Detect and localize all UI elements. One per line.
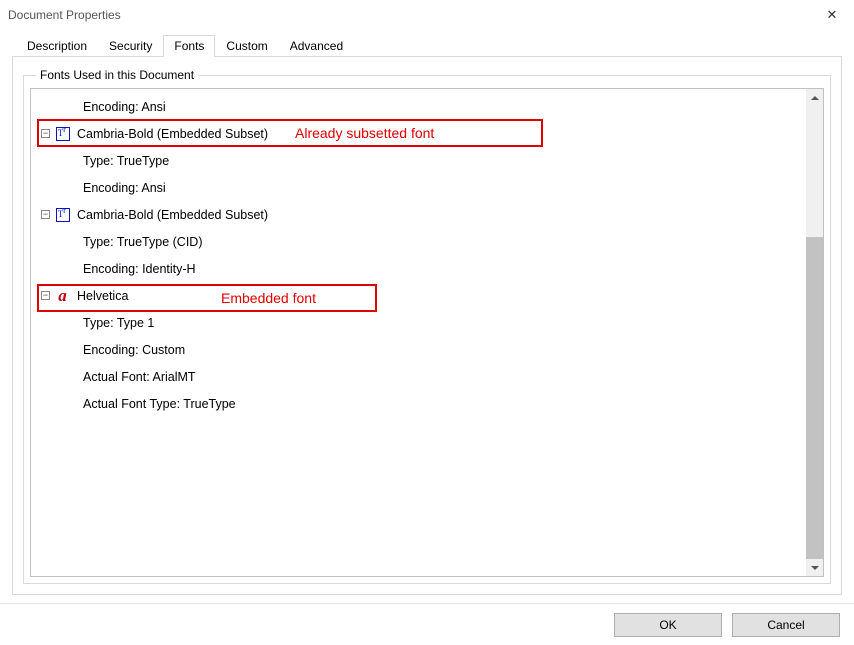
close-icon: ✕ <box>827 7 838 23</box>
scrollbar-thumb[interactable] <box>806 237 823 559</box>
client-area: Description Security Fonts Custom Advanc… <box>0 30 854 603</box>
button-label: Cancel <box>767 618 804 632</box>
tab-description[interactable]: Description <box>16 35 98 57</box>
tree-leaf[interactable]: Encoding: Ansi <box>31 93 806 120</box>
tab-label: Custom <box>226 39 267 53</box>
treeview-container: Encoding: Ansi − TT Cambria-Bold (Embedd… <box>30 88 824 577</box>
chevron-up-icon <box>811 96 819 100</box>
font-name: Cambria-Bold (Embedded Subset) <box>75 127 268 141</box>
font-encoding: Encoding: Custom <box>81 343 185 357</box>
tab-label: Description <box>27 39 87 53</box>
type1-icon: a <box>55 288 70 303</box>
truetype-icon: TT <box>55 207 70 222</box>
annotation-text: Already subsetted font <box>295 125 434 141</box>
close-button[interactable]: ✕ <box>810 0 854 30</box>
font-actual-type: Actual Font Type: TrueType <box>81 397 236 411</box>
expander-minus-icon[interactable]: − <box>41 129 50 138</box>
font-type: Type: TrueType <box>81 154 169 168</box>
dialog-footer: OK Cancel <box>0 603 854 645</box>
annotation-text: Embedded font <box>221 290 316 306</box>
font-name: Cambria-Bold (Embedded Subset) <box>75 208 268 222</box>
tab-security[interactable]: Security <box>98 35 163 57</box>
font-actual-font: Actual Font: ArialMT <box>81 370 196 384</box>
tree-item-label: Encoding: Ansi <box>81 100 166 114</box>
tab-label: Security <box>109 39 152 53</box>
tree-leaf[interactable]: Type: Type 1 <box>31 309 806 336</box>
groupbox-fonts-used: Fonts Used in this Document Encoding: An… <box>23 75 831 584</box>
tab-fonts[interactable]: Fonts <box>163 35 215 57</box>
window-title: Document Properties <box>8 8 810 22</box>
font-encoding: Encoding: Ansi <box>81 181 166 195</box>
expander-minus-icon[interactable]: − <box>41 210 50 219</box>
scroll-up-button[interactable] <box>806 89 823 106</box>
ok-button[interactable]: OK <box>614 613 722 637</box>
titlebar: Document Properties ✕ <box>0 0 854 30</box>
scroll-down-button[interactable] <box>806 559 823 576</box>
tree-leaf[interactable]: Actual Font: ArialMT <box>31 363 806 390</box>
font-type: Type: TrueType (CID) <box>81 235 202 249</box>
tab-label: Fonts <box>174 39 204 53</box>
button-label: OK <box>659 618 676 632</box>
font-name: Helvetica <box>75 289 128 303</box>
tabstrip: Description Security Fonts Custom Advanc… <box>16 34 842 56</box>
cancel-button[interactable]: Cancel <box>732 613 840 637</box>
tab-custom[interactable]: Custom <box>215 35 278 57</box>
expander-minus-icon[interactable]: − <box>41 291 50 300</box>
fonts-treeview[interactable]: Encoding: Ansi − TT Cambria-Bold (Embedd… <box>31 89 806 449</box>
window: Document Properties ✕ Description Securi… <box>0 0 854 645</box>
tree-leaf[interactable]: Encoding: Identity-H <box>31 255 806 282</box>
tab-advanced[interactable]: Advanced <box>279 35 354 57</box>
tree-leaf[interactable]: Type: TrueType <box>31 147 806 174</box>
vertical-scrollbar[interactable] <box>806 89 823 576</box>
tree-leaf[interactable]: Encoding: Ansi <box>31 174 806 201</box>
truetype-icon: TT <box>55 126 70 141</box>
groupbox-label: Fonts Used in this Document <box>36 68 198 82</box>
tree-leaf[interactable]: Encoding: Custom <box>31 336 806 363</box>
tree-node-font[interactable]: − TT Cambria-Bold (Embedded Subset) <box>31 201 806 228</box>
chevron-down-icon <box>811 566 819 570</box>
tree-leaf[interactable]: Actual Font Type: TrueType <box>31 390 806 417</box>
tree-leaf[interactable]: Type: TrueType (CID) <box>31 228 806 255</box>
tab-panel-fonts: Fonts Used in this Document Encoding: An… <box>12 56 842 595</box>
font-encoding: Encoding: Identity-H <box>81 262 196 276</box>
tree-node-font[interactable]: − a Helvetica <box>31 282 806 309</box>
font-type: Type: Type 1 <box>81 316 154 330</box>
tab-label: Advanced <box>290 39 343 53</box>
